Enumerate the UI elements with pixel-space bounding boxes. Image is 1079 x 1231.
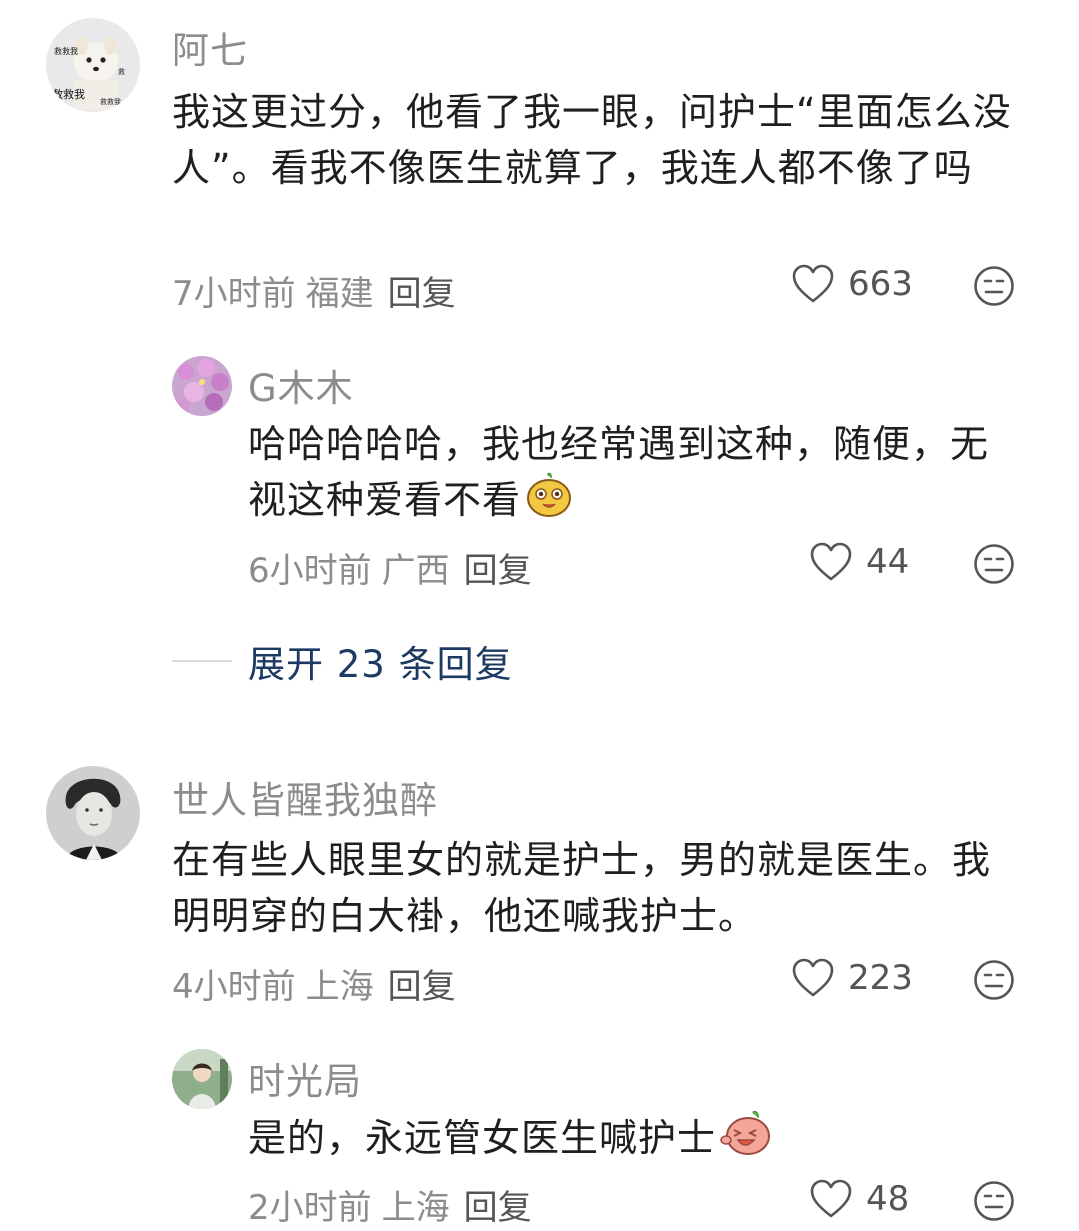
dislike-face-icon <box>974 1181 1014 1221</box>
like-count: 223 <box>848 958 913 998</box>
comment-text: 在有些人眼里女的就是护士，男的就是医生。我明明穿的白大褂，他还喊我护士。 <box>172 838 992 938</box>
comment-time: 7小时前 <box>172 274 296 314</box>
dislike-face-icon <box>974 266 1014 306</box>
comment-meta: 6小时前 广西 回复 <box>248 543 532 592</box>
expand-replies-label[interactable]: 展开 23 条回复 <box>248 634 513 688</box>
reply-button[interactable]: 回复 <box>388 274 456 314</box>
comment-location: 广西 <box>381 551 450 591</box>
svg-text:救: 救 <box>118 67 125 76</box>
avatar[interactable] <box>172 356 232 416</box>
username[interactable]: G木木 <box>248 358 354 412</box>
reply-button[interactable]: 回复 <box>464 1188 532 1228</box>
heart-icon <box>810 1179 852 1218</box>
dislike-button[interactable] <box>973 959 1015 1005</box>
comment-text: 我这更过分，他看了我一眼，问护士“里面怎么没人”。看我不像医生就算了，我连人都不… <box>172 90 1012 190</box>
like-count: 663 <box>848 264 913 304</box>
laughing-sticker-icon <box>720 1110 772 1171</box>
dislike-face-icon <box>974 544 1014 584</box>
flower-avatar-icon <box>172 356 232 416</box>
dislike-button[interactable] <box>973 1180 1015 1226</box>
heart-icon <box>810 542 852 581</box>
like-count: 44 <box>866 542 910 582</box>
username[interactable]: 世人皆醒我独醉 <box>172 770 438 824</box>
svg-text:救救我: 救救我 <box>54 46 78 56</box>
expand-replies-button[interactable]: 展开 23 条回复 <box>172 634 513 688</box>
dislike-face-icon <box>974 960 1014 1000</box>
username[interactable]: 阿七 <box>172 20 248 74</box>
like-count: 48 <box>866 1179 910 1219</box>
comment-location: 上海 <box>381 1188 450 1228</box>
divider-line <box>172 660 232 662</box>
avatar[interactable] <box>172 1049 232 1109</box>
reply-button[interactable]: 回复 <box>464 551 532 591</box>
portrait-avatar-icon <box>46 766 140 860</box>
username[interactable]: 时光局 <box>248 1051 362 1105</box>
heart-icon <box>792 958 834 997</box>
like-button[interactable]: 223 <box>792 958 913 998</box>
like-button[interactable]: 44 <box>810 542 909 582</box>
comment-text: 是的，永远管女医生喊护士 <box>248 1110 1008 1171</box>
comment-meta: 2小时前 上海 回复 <box>248 1180 532 1229</box>
comment-location: 上海 <box>305 967 374 1007</box>
comment-meta: 4小时前 上海 回复 <box>172 959 456 1008</box>
avatar[interactable] <box>46 766 140 860</box>
reply-text: 哈哈哈哈哈，我也经常遇到这种，随便，无视这种爱看不看 <box>248 422 990 522</box>
comment-meta: 7小时前 福建 回复 <box>172 266 456 315</box>
reply-text: 是的，永远管女医生喊护士 <box>248 1116 717 1160</box>
comment-text: 哈哈哈哈哈，我也经常遇到这种，随便，无视这种爱看不看 <box>248 416 1008 533</box>
photo-avatar-icon <box>172 1049 232 1109</box>
heart-icon <box>792 264 834 303</box>
comment-item: 救救我 救 救救我 救救我 阿七 我这更过分，他看了我一眼，问护士“里面怎么没人… <box>0 0 1079 700</box>
avatar[interactable]: 救救我 救 救救我 救救我 <box>46 18 140 112</box>
like-button[interactable]: 663 <box>792 264 913 304</box>
like-button[interactable]: 48 <box>810 1179 909 1219</box>
comment-item: 世人皆醒我独醉 在有些人眼里女的就是护士，男的就是医生。我明明穿的白大褂，他还喊… <box>0 740 1079 1231</box>
comment-time: 4小时前 <box>172 967 296 1007</box>
svg-text:救救我: 救救我 <box>100 97 121 106</box>
comment-time: 6小时前 <box>248 551 372 591</box>
dislike-button[interactable] <box>973 265 1015 311</box>
reply-button[interactable]: 回复 <box>388 967 456 1007</box>
dislike-button[interactable] <box>973 543 1015 589</box>
comment-time: 2小时前 <box>248 1188 372 1228</box>
svg-text:救救我: 救救我 <box>52 87 85 101</box>
dog-avatar-icon: 救救我 救 救救我 救救我 <box>46 18 140 112</box>
comment-location: 福建 <box>305 274 374 314</box>
smile-sticker-icon <box>525 472 573 533</box>
